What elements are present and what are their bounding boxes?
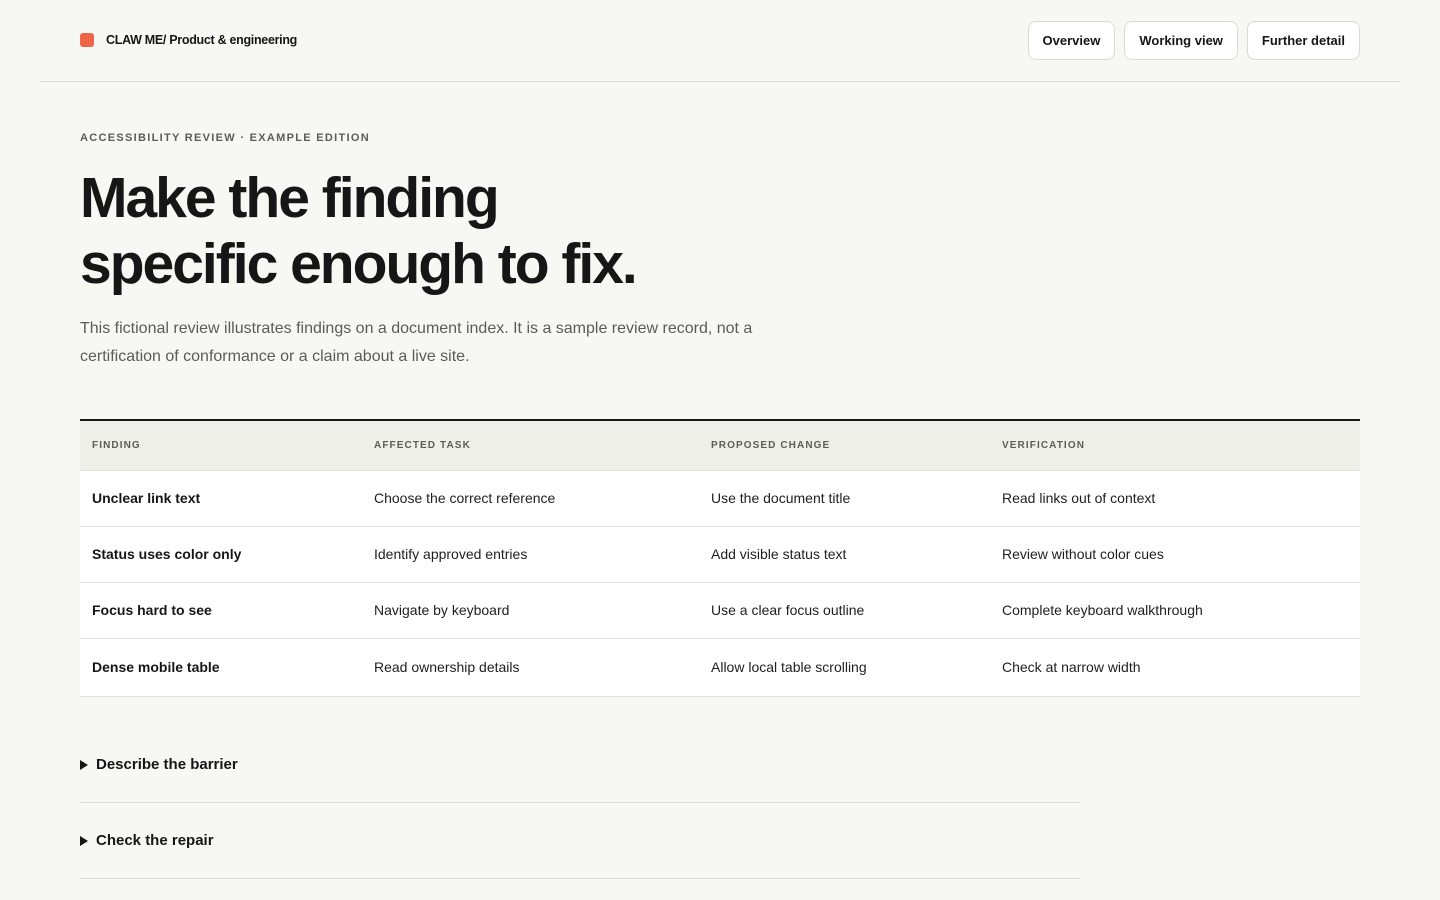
page-title-line: Make the finding xyxy=(80,166,500,230)
column-header-finding: FINDING xyxy=(80,421,362,471)
accordion-label: Describe the barrier xyxy=(96,756,238,773)
page-title-line: specific enough to fix. xyxy=(80,232,638,296)
disclosure-triangle-icon xyxy=(80,835,88,846)
disclosure-triangle-icon xyxy=(80,759,88,770)
eyebrow-label: ACCESSIBILITY REVIEW · EXAMPLE EDITION xyxy=(80,132,370,144)
table-row: Dense mobile table Read ownership detail… xyxy=(80,638,1360,697)
proposed-change-cell: Use the document title xyxy=(699,470,990,527)
intro-line: This fictional review illustrates findin… xyxy=(80,320,753,337)
verification-cell: Review without color cues xyxy=(990,526,1360,583)
overview-button[interactable]: Overview xyxy=(1027,21,1116,60)
accordion-label: Check the repair xyxy=(96,832,214,849)
finding-cell: Focus hard to see xyxy=(80,582,362,639)
intro-paragraph: This fictional review illustrates findin… xyxy=(80,315,770,371)
affected-task-cell: Identify approved entries xyxy=(362,526,699,583)
proposed-change-cell: Add visible status text xyxy=(699,526,990,583)
proposed-change-cell: Allow local table scrolling xyxy=(699,638,990,697)
further-detail-button[interactable]: Further detail xyxy=(1246,21,1360,60)
page-title: Make the finding specific enough to fix. xyxy=(80,165,800,297)
affected-task-cell: Navigate by keyboard xyxy=(362,582,699,639)
intro-line: certification of conformance or a claim … xyxy=(80,348,470,365)
affected-task-cell: Read ownership details xyxy=(362,638,699,697)
column-header-proposed-change: PROPOSED CHANGE xyxy=(699,421,990,471)
working-view-button[interactable]: Working view xyxy=(1124,21,1238,60)
column-header-verification: VERIFICATION xyxy=(990,421,1360,471)
brand[interactable]: CLAW ME/ Product & engineering xyxy=(80,33,297,47)
proposed-change-cell: Use a clear focus outline xyxy=(699,582,990,639)
verification-cell: Complete keyboard walkthrough xyxy=(990,582,1360,639)
affected-task-cell: Choose the correct reference xyxy=(362,470,699,527)
table-row: Unclear link text Choose the correct ref… xyxy=(80,470,1360,527)
findings-table: FINDING AFFECTED TASK PROPOSED CHANGE VE… xyxy=(80,419,1360,697)
finding-cell: Unclear link text xyxy=(80,470,362,527)
table-row: Status uses color only Identify approved… xyxy=(80,526,1360,583)
brand-label: CLAW ME/ Product & engineering xyxy=(106,33,298,47)
brand-logo xyxy=(80,33,94,47)
describe-barrier-toggle[interactable]: Describe the barrier xyxy=(80,727,1080,803)
table-header-row: FINDING AFFECTED TASK PROPOSED CHANGE VE… xyxy=(80,421,1360,471)
site-header: CLAW ME/ Product & engineering Overview … xyxy=(40,0,1400,82)
verification-cell: Check at narrow width xyxy=(990,638,1360,697)
verification-cell: Read links out of context xyxy=(990,470,1360,527)
table-row: Focus hard to see Navigate by keyboard U… xyxy=(80,582,1360,639)
finding-cell: Status uses color only xyxy=(80,526,362,583)
finding-cell: Dense mobile table xyxy=(80,638,362,697)
check-repair-toggle[interactable]: Check the repair xyxy=(80,803,1080,879)
column-header-affected-task: AFFECTED TASK xyxy=(362,421,699,471)
top-nav: Overview Working view Further detail xyxy=(1027,21,1360,60)
